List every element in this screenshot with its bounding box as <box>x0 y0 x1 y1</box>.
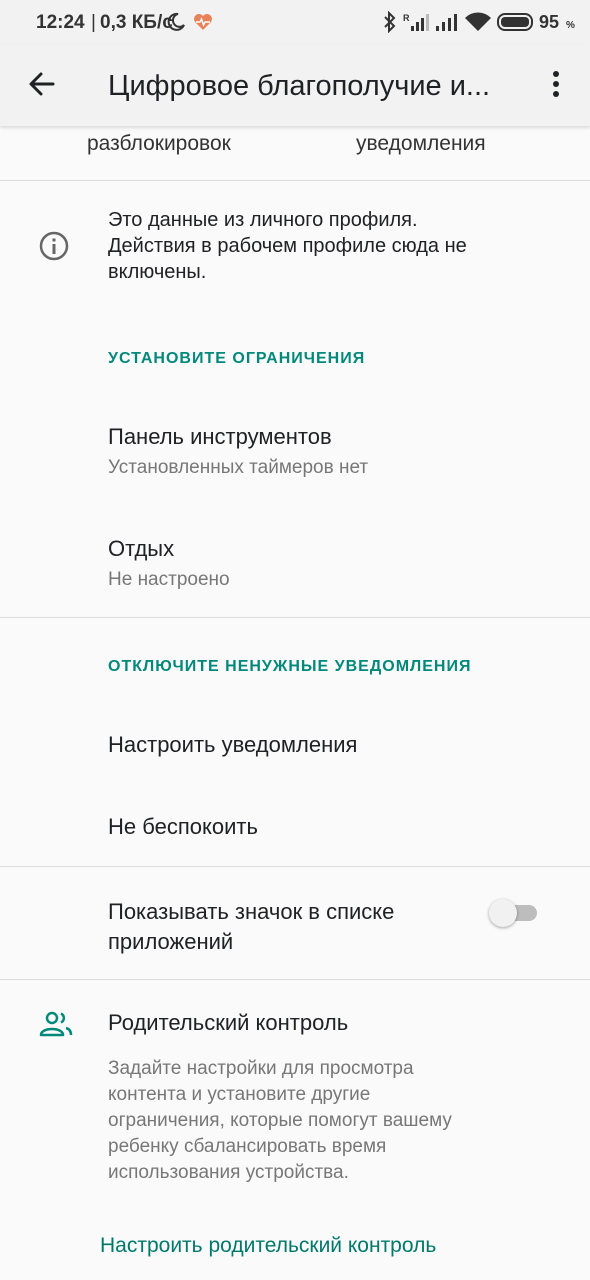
parental-description-line: использования устройства. <box>108 1162 349 1183</box>
parental-description-line: контента и установите другие <box>108 1084 371 1105</box>
parental-description-line: ребенку сбалансировать время <box>108 1136 387 1157</box>
setup-parental-controls-button[interactable]: Настроить родительский контроль <box>100 1234 436 1258</box>
show-icon-label-line: приложений <box>108 929 234 954</box>
dashboard-item-title: Панель инструментов <box>108 424 332 449</box>
battery-icon <box>497 13 533 31</box>
show-icon-label-line: Показывать значок в списке <box>108 899 395 924</box>
app-bar: Цифровое благополучие и... <box>0 44 590 126</box>
section-header-notifications: ОТКЛЮЧИТЕ НЕНУЖНЫЕ УВЕДОМЛЕНИЯ <box>108 658 472 675</box>
divider <box>0 979 590 980</box>
wind-down-item-title: Отдых <box>108 536 175 561</box>
page-title: Цифровое благополучие и... <box>108 70 491 102</box>
toggle-thumb <box>489 899 517 927</box>
dashboard-item-subtitle: Установленных таймеров нет <box>108 457 369 478</box>
info-text: Это данные из личного профиля. Действия … <box>108 207 467 285</box>
info-text-line: Действия в рабочем профиле сюда не <box>108 235 467 257</box>
battery-level: 95 <box>539 12 560 32</box>
unlocks-label: разблокировок <box>87 132 231 155</box>
status-bar: 12:24 | 0,3 КБ/с R 95 % <box>0 0 590 44</box>
section-header-limits: УСТАНОВИТЕ ОГРАНИЧЕНИЯ <box>108 350 366 367</box>
dashboard-item[interactable] <box>0 400 590 510</box>
status-speed: 0,3 КБ/с <box>100 12 173 33</box>
info-icon <box>39 231 69 261</box>
parental-title: Родительский контроль <box>108 1010 349 1035</box>
parental-description-line: Задайте настройки для просмотра <box>108 1058 414 1079</box>
back-arrow-icon[interactable] <box>28 70 56 98</box>
divider <box>0 180 590 181</box>
signal-icon: R <box>403 13 429 31</box>
show-icon-label: Показывать значок в списке приложений <box>108 897 394 957</box>
signal-icon-2 <box>436 14 457 31</box>
wind-down-item-subtitle: Не настроено <box>108 569 230 590</box>
moon-icon <box>167 12 185 31</box>
bluetooth-icon <box>384 11 396 33</box>
manage-notifications-title: Настроить уведомления <box>108 732 358 757</box>
more-vert-icon[interactable] <box>549 70 563 100</box>
status-time: 12:24 <box>36 12 85 33</box>
show-icon-toggle[interactable] <box>489 898 537 927</box>
battery-percent-sign: % <box>566 20 575 31</box>
info-text-line: включены. <box>108 261 207 283</box>
heart-icon <box>194 14 212 30</box>
status-separator: | <box>91 12 96 33</box>
info-text-line: Это данные из личного профиля. <box>108 209 418 231</box>
do-not-disturb-item[interactable] <box>0 787 590 865</box>
wind-down-item[interactable] <box>0 512 590 616</box>
divider <box>0 617 590 618</box>
notifications-label: уведомления <box>356 132 486 155</box>
parental-description: Задайте настройки для просмотра контента… <box>108 1056 452 1186</box>
wifi-icon <box>465 12 491 31</box>
people-icon <box>39 1011 73 1037</box>
parental-description-line: ограничения, которые помогут вашему <box>108 1110 452 1131</box>
do-not-disturb-title: Не беспокоить <box>108 814 258 839</box>
svg-text:R: R <box>403 13 410 23</box>
